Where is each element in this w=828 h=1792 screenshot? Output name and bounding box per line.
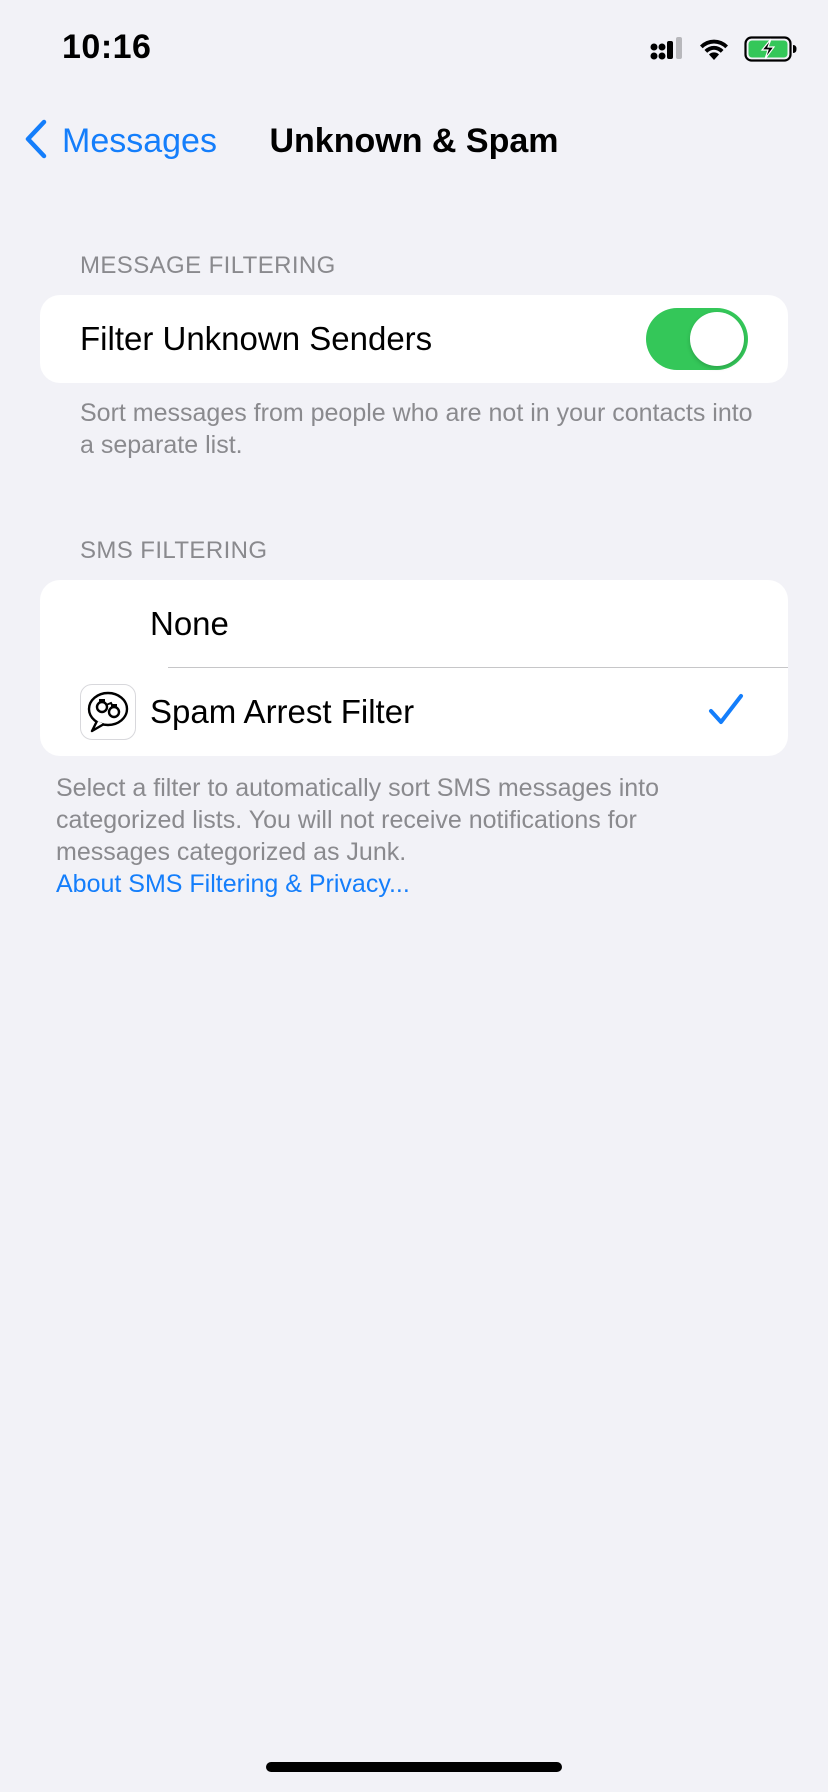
message-filtering-header: MESSAGE FILTERING [80,252,336,279]
status-bar: 10:16 [0,0,828,100]
sms-option-spam-arrest[interactable]: Spam Arrest Filter [40,668,788,756]
status-time: 10:16 [62,28,152,66]
filter-unknown-senders-label: Filter Unknown Senders [80,320,433,357]
sms-filtering-header: SMS FILTERING [80,537,268,564]
message-filtering-footer: Sort messages from people who are not in… [80,399,753,459]
page-title: Unknown & Spam [269,122,559,160]
battery-charging-icon [744,36,798,67]
spam-arrest-app-icon [80,684,136,740]
sms-option-spam-arrest-label: Spam Arrest Filter [150,693,415,730]
sms-option-none-label: None [150,605,229,642]
sms-filtering-group: None Spam Arrest Filter [40,580,788,756]
wifi-icon [698,37,730,66]
filter-unknown-senders-toggle[interactable] [646,308,748,370]
about-sms-filtering-link[interactable]: About SMS Filtering & Privacy... [56,868,410,900]
page-title-wrapper: Unknown & Spam [0,118,828,164]
toggle-knob [690,312,744,366]
filter-unknown-senders-row: Filter Unknown Senders [40,295,788,383]
status-icons [650,36,798,67]
sms-option-none[interactable]: None [40,580,788,668]
sms-filtering-footer: Select a filter to automatically sort SM… [56,774,660,866]
cellular-signal-icon [650,37,684,66]
message-filtering-group: Filter Unknown Senders [40,295,788,383]
checkmark-icon [708,692,744,733]
home-indicator [266,1762,562,1772]
